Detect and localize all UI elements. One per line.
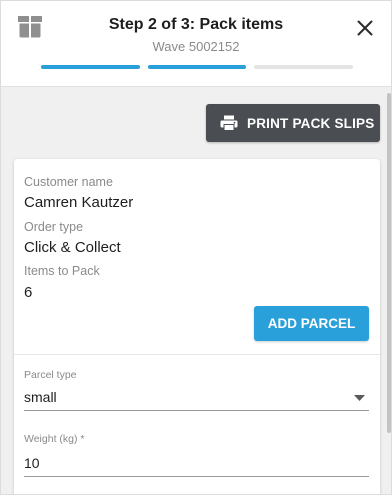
- wave-number: Wave 5002152: [152, 39, 240, 54]
- order-type-label: Order type: [24, 220, 84, 234]
- order-card: Customer name Camren Kautzer Order type …: [14, 159, 380, 494]
- printer-icon: [220, 115, 238, 131]
- progress-step-2: [148, 65, 246, 69]
- order-type-value: Click & Collect: [24, 239, 121, 256]
- customer-name-value: Camren Kautzer: [24, 194, 134, 211]
- parcel-type-label: Parcel type: [24, 369, 77, 381]
- parcel-type-value: small: [24, 389, 57, 405]
- progress-step-3: [254, 65, 353, 69]
- customer-name-label: Customer name: [24, 175, 113, 189]
- items-to-pack-value: 6: [24, 284, 33, 301]
- parcel-type-select[interactable]: small: [24, 383, 369, 411]
- weight-value: 10: [24, 455, 40, 471]
- dialog-header: Step 2 of 3: Pack items Wave 5002152: [1, 1, 391, 87]
- weight-input[interactable]: 10: [24, 449, 369, 477]
- add-parcel-button[interactable]: ADD PARCEL: [254, 306, 369, 341]
- progress-step-1: [41, 65, 140, 69]
- weight-label: Weight (kg) *: [24, 433, 85, 445]
- pack-items-dialog: Step 2 of 3: Pack items Wave 5002152 PRI…: [0, 0, 392, 495]
- items-to-pack-label: Items to Pack: [24, 264, 100, 278]
- dialog-title: Step 2 of 3: Pack items: [108, 16, 284, 33]
- close-icon: [357, 20, 373, 36]
- print-pack-slips-label: PRINT PACK SLIPS: [247, 115, 375, 131]
- print-pack-slips-button[interactable]: PRINT PACK SLIPS: [206, 104, 380, 142]
- dropdown-caret-icon: [354, 395, 365, 401]
- close-button[interactable]: [352, 15, 378, 41]
- card-divider: [14, 354, 380, 355]
- scrollbar-thumb[interactable]: [387, 93, 391, 433]
